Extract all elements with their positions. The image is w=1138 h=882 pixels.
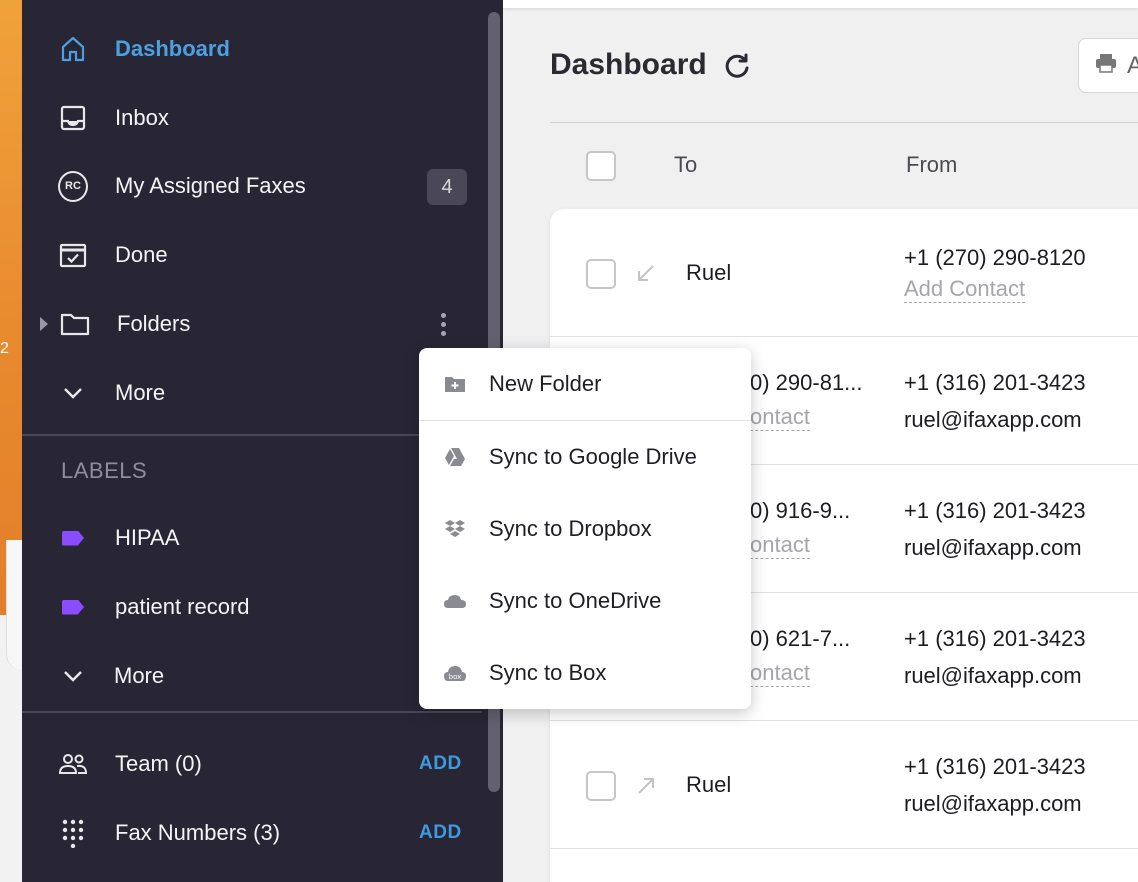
sidebar-item-label: HIPAA (115, 525, 180, 550)
sidebar-divider (22, 711, 482, 713)
home-icon (58, 34, 88, 64)
add-contact-link[interactable]: ontact (750, 404, 810, 431)
sidebar-item-label: Inbox (115, 105, 169, 130)
menu-item-sync-onedrive[interactable]: Sync to OneDrive (419, 565, 751, 637)
add-contact-link[interactable]: Add Contact (904, 276, 1026, 303)
row-from-email: ruel@ifaxapp.com (904, 535, 1082, 560)
row-checkbox[interactable] (586, 259, 616, 289)
svg-text:box: box (449, 673, 462, 681)
sidebar-item-label: Folders (117, 311, 191, 336)
incoming-arrow-icon (636, 263, 656, 283)
sidebar-labels-more[interactable]: More (22, 646, 482, 706)
chevron-down-icon (58, 378, 88, 408)
desktop-edge-glyph: 2 (0, 340, 9, 357)
menu-item-sync-google-drive[interactable]: Sync to Google Drive (419, 421, 751, 493)
team-icon (58, 749, 88, 779)
labels-section-title: LABELS (61, 458, 148, 483)
onedrive-icon (443, 589, 467, 613)
menu-item-label: New Folder (489, 371, 602, 396)
add-contact-link[interactable]: ontact (750, 532, 810, 559)
row-from-email: ruel@ifaxapp.com (904, 407, 1082, 432)
chevron-down-icon (58, 661, 88, 691)
sidebar-item-my-assigned-faxes[interactable]: RC My Assigned Faxes 4 (22, 156, 482, 216)
menu-item-new-folder[interactable]: New Folder (419, 348, 751, 420)
new-folder-icon (443, 372, 467, 396)
google-drive-icon (443, 445, 467, 469)
outgoing-arrow-icon (636, 776, 656, 796)
table-row[interactable]: Ruel +1 (316) 201-3423 ruel@ifaxapp.com (550, 721, 1138, 849)
expand-caret-icon[interactable] (40, 317, 48, 331)
menu-item-label: Sync to Dropbox (489, 516, 652, 541)
row-to-number: 0) 621-7... (750, 626, 851, 651)
table-row[interactable]: Ruel +1 (270) 290-8120 Add Contact (550, 209, 1138, 337)
sidebar-item-dashboard[interactable]: Dashboard (22, 19, 482, 79)
add-fax-number-button[interactable]: ADD (419, 822, 462, 844)
inbox-icon (58, 103, 88, 133)
folders-options-kebab-icon[interactable] (432, 309, 454, 339)
refresh-icon[interactable] (723, 52, 751, 80)
add-team-button[interactable]: ADD (419, 753, 462, 775)
top-bar (503, 0, 1138, 8)
row-to-number: 0) 916-9... (750, 498, 851, 523)
menu-item-label: Sync to Google Drive (489, 444, 697, 469)
sidebar-item-label: More (114, 663, 165, 688)
sidebar-item-label: patient record (115, 594, 250, 619)
dialpad-icon (58, 818, 88, 848)
sidebar-item-label: Done (115, 242, 168, 267)
add-contact-link[interactable]: ontact (750, 660, 810, 687)
menu-item-sync-box[interactable]: box Sync to Box (419, 637, 751, 709)
row-from-number: +1 (270) 290-8120 (904, 245, 1086, 270)
menu-item-sync-dropbox[interactable]: Sync to Dropbox (419, 493, 751, 565)
calendar-check-icon (58, 240, 88, 270)
column-header-from: From (906, 152, 958, 177)
assigned-count-badge: 4 (427, 169, 467, 205)
dropbox-icon (443, 517, 467, 541)
sidebar-item-more[interactable]: More (22, 363, 482, 423)
select-all-checkbox[interactable] (586, 151, 616, 181)
page-title: Dashboard (550, 48, 707, 81)
row-to-name: Ruel (686, 772, 732, 797)
desktop-edge: 2 (0, 0, 24, 882)
sidebar-item-label: Fax Numbers (3) (115, 820, 281, 845)
desktop-wallpaper (0, 0, 24, 615)
menu-item-label: Sync to Box (489, 660, 607, 685)
sidebar-item-team[interactable]: Team (0) ADD (22, 734, 482, 794)
column-header-to: To (674, 152, 698, 177)
folder-icon (60, 309, 90, 339)
row-from-email: ruel@ifaxapp.com (904, 791, 1082, 816)
sidebar-item-label: My Assigned Faxes (115, 173, 306, 198)
sidebar-item-done[interactable]: Done (22, 225, 482, 285)
sidebar-label-patient-record[interactable]: patient record (22, 577, 482, 637)
sidebar-item-inbox[interactable]: Inbox (22, 88, 482, 148)
printer-icon (1095, 52, 1117, 80)
row-checkbox[interactable] (586, 771, 616, 801)
menu-item-label: Sync to OneDrive (489, 588, 662, 613)
box-icon: box (443, 661, 467, 685)
sidebar-label-hipaa[interactable]: HIPAA (22, 508, 482, 568)
row-to-number: 0) 290-81... (750, 370, 863, 395)
row-from-number: +1 (316) 201-3423 (904, 754, 1086, 779)
label-tag-icon (58, 592, 88, 622)
header-rule (550, 122, 1138, 123)
sidebar-item-label: More (115, 380, 166, 405)
folder-options-menu: New Folder Sync to Google Drive Sync to … (419, 348, 751, 709)
print-action-label: A (1127, 51, 1138, 79)
row-from-email: ruel@ifaxapp.com (904, 663, 1082, 688)
label-tag-icon (58, 523, 88, 553)
sidebar-item-label: Team (0) (115, 751, 202, 776)
row-from-number: +1 (316) 201-3423 (904, 370, 1086, 395)
row-to-name: Ruel (686, 260, 732, 285)
sidebar-item-folders[interactable]: Folders (22, 294, 482, 354)
rc-icon-text: RC (58, 170, 88, 202)
sidebar-item-label: Dashboard (115, 36, 230, 61)
sidebar-item-fax-numbers[interactable]: Fax Numbers (3) ADD (22, 803, 482, 863)
row-from-number: +1 (316) 201-3423 (904, 626, 1086, 651)
rc-icon: RC (58, 170, 88, 202)
print-action-button[interactable]: A (1078, 38, 1138, 93)
sidebar-divider (22, 434, 482, 436)
row-from-number: +1 (316) 201-3423 (904, 498, 1086, 523)
